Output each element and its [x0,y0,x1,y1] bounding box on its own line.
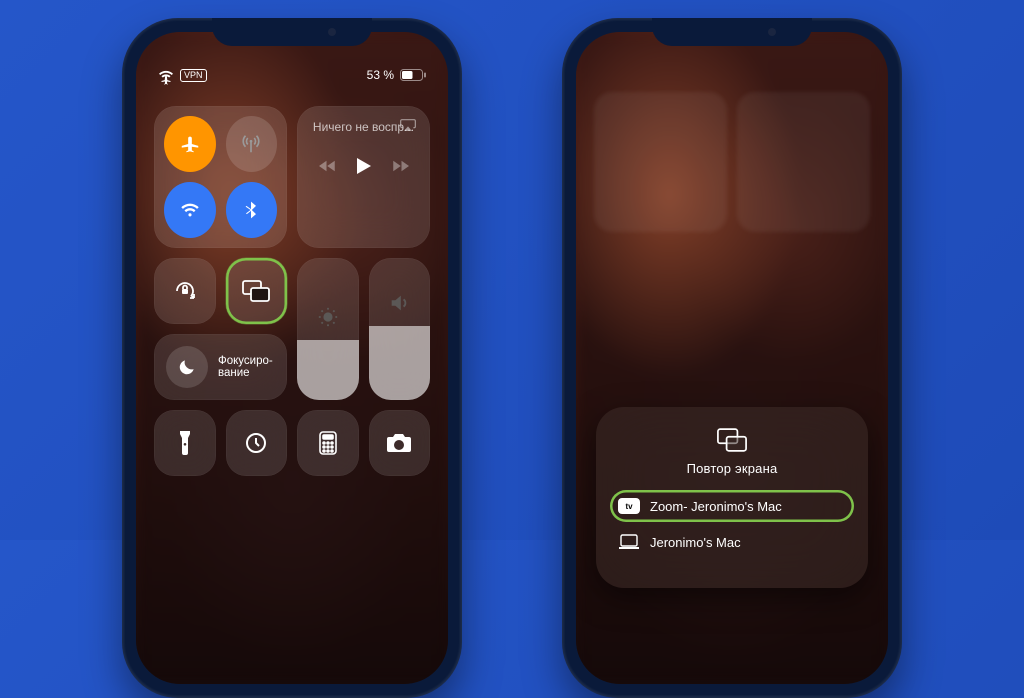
phone-mirroring-sheet: Повтор экрана tv Zoom- Jeronimo's Mac Je… [562,18,902,698]
camera-button[interactable] [369,410,431,476]
connectivity-group[interactable] [154,106,287,248]
forward-icon[interactable] [391,160,409,172]
speaker-icon [388,292,410,314]
media-controls[interactable]: Ничего не воспр... [297,106,430,248]
now-playing-text: Ничего не воспр... [313,120,414,134]
wifi-icon [179,199,201,221]
battery-icon [400,69,426,81]
brightness-fill [297,340,359,400]
device-label: Jeronimo's Mac [650,535,741,550]
brightness-slider[interactable] [297,258,359,400]
screen-mirroring-sheet: Повтор экрана tv Zoom- Jeronimo's Mac Je… [596,407,868,588]
flashlight-icon [177,430,193,456]
focus-icon-wrap [166,346,208,388]
screen: VPN 53 % [136,32,448,684]
volume-slider[interactable] [369,258,431,400]
airplane-mode-toggle[interactable] [164,116,216,172]
screen-mirroring-icon [241,279,271,303]
timer-button[interactable] [226,410,288,476]
camera-icon [386,433,412,453]
flashlight-button[interactable] [154,410,216,476]
battery-percent: 53 % [367,68,394,82]
bluetooth-toggle[interactable] [226,182,278,238]
cellular-data-toggle[interactable] [226,116,278,172]
sheet-title: Повтор экрана [610,461,854,476]
play-icon[interactable] [357,158,371,174]
rotation-lock-icon [172,278,198,304]
status-left: VPN [158,69,207,82]
airplay-icon[interactable] [400,118,416,132]
screen: Повтор экрана tv Zoom- Jeronimo's Mac Je… [576,32,888,684]
mirroring-device-mac[interactable]: Jeronimo's Mac [610,524,854,560]
sun-icon [317,306,339,328]
appletv-icon: tv [618,498,640,514]
bluetooth-icon [241,200,261,220]
rewind-icon[interactable] [319,160,337,172]
wifi-toggle[interactable] [164,182,216,238]
vpn-badge: VPN [180,69,207,82]
rotation-lock-button[interactable] [154,258,216,324]
volume-fill [369,326,431,400]
wifi-status-icon [158,70,174,82]
timer-icon [244,431,268,455]
screen-mirroring-button[interactable] [226,258,288,324]
device-label: Zoom- Jeronimo's Mac [650,499,782,514]
cellular-antenna-icon [240,133,262,155]
control-center-grid: Ничего не воспр... [136,84,448,498]
media-buttons [319,158,409,174]
moon-icon [177,357,197,377]
notch [212,18,372,46]
blurred-control-center [594,92,870,232]
phone-control-center: VPN 53 % [122,18,462,698]
sheet-header: Повтор экрана [610,427,854,476]
status-right: 53 % [367,68,426,82]
calculator-icon [319,431,337,455]
mirroring-device-zoom[interactable]: tv Zoom- Jeronimo's Mac [610,490,854,522]
screen-mirroring-icon [715,427,749,453]
focus-label: Фокусиро- вание [218,355,273,379]
calculator-button[interactable] [297,410,359,476]
airplane-icon [179,133,201,155]
focus-button[interactable]: Фокусиро- вание [154,334,287,400]
notch [652,18,812,46]
laptop-icon [618,534,640,550]
